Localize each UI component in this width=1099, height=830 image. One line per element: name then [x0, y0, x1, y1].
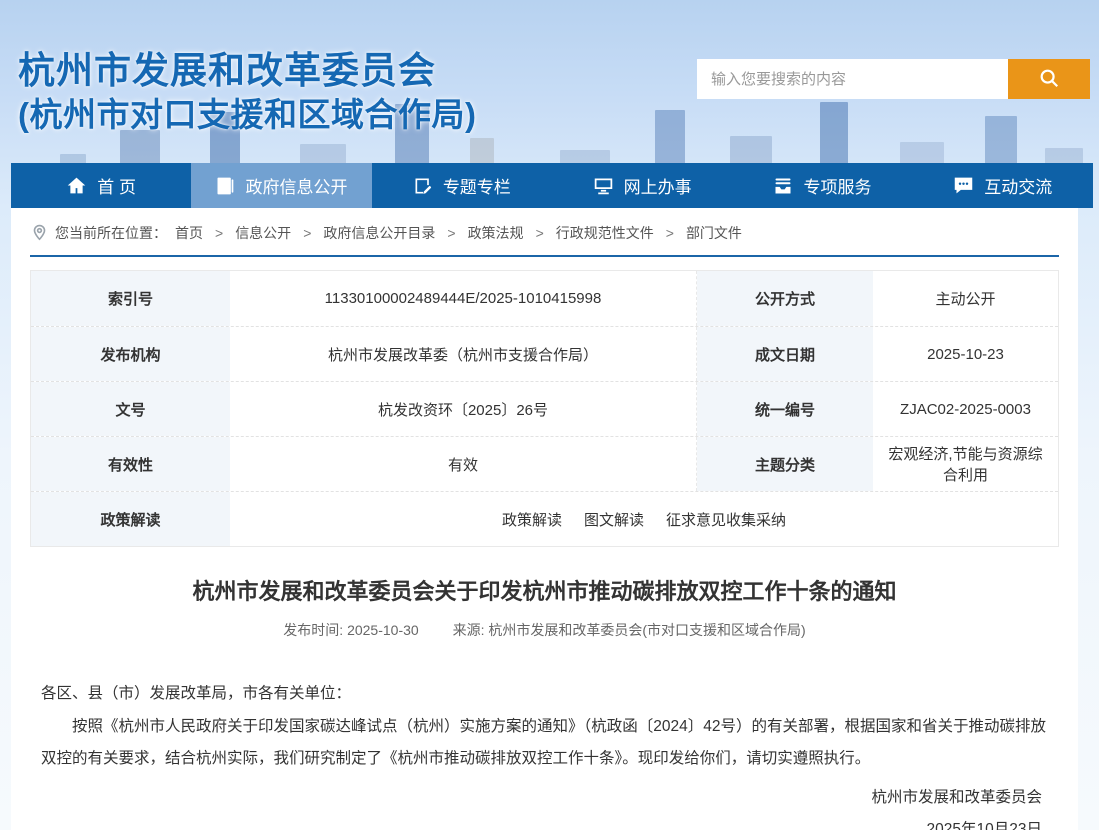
nav-item-label: 专题专栏 [443, 173, 511, 198]
search-box [697, 59, 1090, 99]
meta-label-validity: 有效性 [31, 437, 230, 491]
breadcrumb-prefix: 您当前所在位置： [55, 223, 167, 243]
site-title-line2: (杭州市对口支援和区域合作局) [18, 94, 476, 135]
breadcrumb-item-catalog[interactable]: 政府信息公开目录 [323, 223, 435, 243]
nav-item-special-services[interactable]: 专项服务 [732, 163, 912, 208]
location-pin-icon [32, 224, 47, 242]
opinion-collection-link[interactable]: 征求意见收集采纳 [666, 509, 786, 530]
document-meta-table: 索引号 11330100002489444E/2025-1010415998 公… [30, 270, 1059, 547]
breadcrumb-item-home[interactable]: 首页 [175, 223, 203, 243]
nav-item-online-services[interactable]: 网上办事 [552, 163, 732, 208]
content-panel: 您当前所在位置： 首页 > 信息公开 > 政府信息公开目录 > 政策法规 > 行… [11, 208, 1078, 830]
site-title: 杭州市发展和改革委员会 (杭州市对口支援和区域合作局) [18, 48, 476, 136]
nav-item-gov-info[interactable]: 政府信息公开 [191, 163, 371, 208]
breadcrumb-separator: > [215, 225, 223, 241]
meta-label-publicity-type: 公开方式 [697, 271, 873, 326]
nav-item-label: 政府信息公开 [245, 173, 347, 198]
meta-value-theme-category: 宏观经济,节能与资源综合利用 [873, 437, 1058, 491]
signature-date: 2025年10月23日 [11, 814, 1042, 830]
meta-value-issue-date: 2025-10-23 [873, 327, 1058, 381]
breadcrumb-item-policy[interactable]: 政策法规 [468, 223, 524, 243]
monitor-icon [593, 175, 614, 196]
article-paragraph: 按照《杭州市人民政府关于印发国家碳达峰试点（杭州）实施方案的通知》（杭政函〔20… [41, 711, 1048, 776]
breadcrumb-item-normative[interactable]: 行政规范性文件 [556, 223, 654, 243]
meta-label-issue-date: 成文日期 [697, 327, 873, 381]
nav-item-label: 互动交流 [984, 173, 1052, 198]
meta-label-index-no: 索引号 [31, 271, 230, 326]
breadcrumb-separator: > [447, 225, 455, 241]
meta-value-issuing-agency: 杭州市发展改革委（杭州市支援合作局） [230, 327, 697, 381]
inbox-icon [773, 176, 793, 196]
meta-label-theme-category: 主题分类 [697, 437, 873, 491]
search-icon [1038, 67, 1060, 92]
breadcrumb-separator: > [536, 225, 544, 241]
meta-value-unified-number: ZJAC02-2025-0003 [873, 382, 1058, 436]
search-input[interactable] [697, 59, 1008, 99]
nav-item-label: 首 页 [97, 173, 136, 198]
table-row: 文号 杭发改资环〔2025〕26号 统一编号 ZJAC02-2025-0003 [31, 381, 1058, 436]
policy-interpretation-links: 政策解读 图文解读 征求意见收集采纳 [230, 492, 1058, 546]
breadcrumb-separator: > [666, 225, 674, 241]
table-row: 政策解读 政策解读 图文解读 征求意见收集采纳 [31, 491, 1058, 546]
table-row: 发布机构 杭州市发展改革委（杭州市支援合作局） 成文日期 2025-10-23 [31, 326, 1058, 381]
article-title: 杭州市发展和改革委员会关于印发杭州市推动碳排放双控工作十条的通知 [51, 574, 1038, 606]
nav-item-special-topics[interactable]: 专题专栏 [372, 163, 552, 208]
breadcrumb-separator: > [303, 225, 311, 241]
meta-label-issuing-agency: 发布机构 [31, 327, 230, 381]
breadcrumb: 您当前所在位置： 首页 > 信息公开 > 政府信息公开目录 > 政策法规 > 行… [30, 208, 1059, 257]
article-salutation: 各区、县（市）发展改革局，市各有关单位： [41, 678, 1048, 711]
meta-value-validity: 有效 [230, 437, 697, 491]
meta-label-unified-number: 统一编号 [697, 382, 873, 436]
graphic-interpretation-link[interactable]: 图文解读 [584, 509, 644, 530]
meta-value-publicity-type: 主动公开 [873, 271, 1058, 326]
nav-item-interaction[interactable]: 互动交流 [913, 163, 1093, 208]
chat-icon [953, 175, 974, 196]
policy-interpretation-link[interactable]: 政策解读 [502, 509, 562, 530]
meta-value-doc-number: 杭发改资环〔2025〕26号 [230, 382, 697, 436]
signature-block: 杭州市发展和改革委员会 2025年10月23日 [11, 782, 1042, 830]
publish-time: 发布时间: 2025-10-30 [283, 622, 418, 638]
table-row: 有效性 有效 主题分类 宏观经济,节能与资源综合利用 [31, 436, 1058, 491]
article-meta: 发布时间: 2025-10-30 来源: 杭州市发展和改革委员会(市对口支援和区… [11, 620, 1078, 640]
table-row: 索引号 11330100002489444E/2025-1010415998 公… [31, 271, 1058, 326]
nav-item-label: 网上办事 [624, 173, 692, 198]
breadcrumb-item-dept-files[interactable]: 部门文件 [686, 223, 742, 243]
signature-agency: 杭州市发展和改革委员会 [11, 782, 1042, 815]
site-title-line1: 杭州市发展和改革委员会 [18, 48, 476, 94]
document-icon [215, 176, 235, 196]
article-body: 各区、县（市）发展改革局，市各有关单位： 按照《杭州市人民政府关于印发国家碳达峰… [41, 678, 1048, 776]
meta-label-policy-interpretation: 政策解读 [31, 492, 230, 546]
article-source: 来源: 杭州市发展和改革委员会(市对口支援和区域合作局) [453, 622, 806, 638]
nav-item-label: 专项服务 [803, 173, 871, 198]
edit-icon [413, 176, 433, 196]
home-icon [66, 175, 87, 196]
main-nav: 首 页 政府信息公开 专题专栏 网上办事 [11, 163, 1093, 208]
nav-item-home[interactable]: 首 页 [11, 163, 191, 208]
meta-value-index-no: 11330100002489444E/2025-1010415998 [230, 271, 697, 326]
search-button[interactable] [1008, 59, 1090, 99]
site-header: 杭州市发展和改革委员会 (杭州市对口支援和区域合作局) [0, 0, 1099, 163]
breadcrumb-item-info[interactable]: 信息公开 [235, 223, 291, 243]
meta-label-doc-number: 文号 [31, 382, 230, 436]
